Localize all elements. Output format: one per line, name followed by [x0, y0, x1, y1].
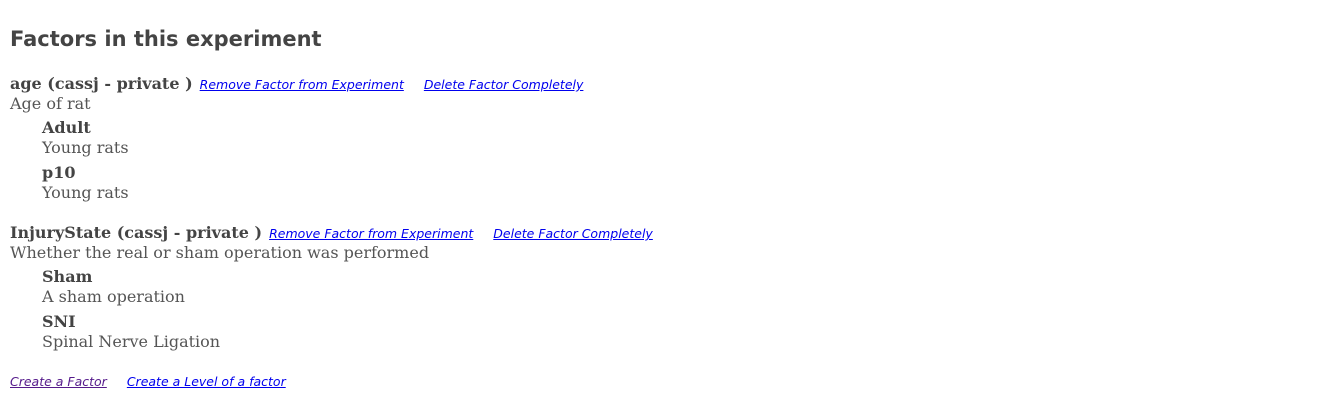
level-item: p10 Young rats [42, 163, 1330, 203]
level-name: SNI [42, 312, 76, 331]
level-description: Spinal Nerve Ligation [42, 332, 221, 351]
footer-links: Create a Factor Create a Level of a fact… [10, 373, 286, 391]
level-description: Young rats [42, 138, 129, 157]
level-name: Sham [42, 267, 93, 286]
page-title: Factors in this experiment [10, 27, 322, 51]
factor-injurystate: InjuryState (cassj - private ) Remove Fa… [10, 223, 1330, 352]
level-item: Adult Young rats [42, 118, 1330, 158]
factor-name: age (cassj - private ) [10, 74, 193, 93]
remove-factor-link[interactable]: Remove Factor from Experiment [269, 226, 473, 241]
delete-factor-link[interactable]: Delete Factor Completely [424, 77, 584, 92]
create-level-link[interactable]: Create a Level of a factor [127, 374, 286, 389]
factor-header: InjuryState (cassj - private ) Remove Fa… [10, 223, 1330, 243]
level-item: SNI Spinal Nerve Ligation [42, 312, 1330, 352]
level-name: Adult [42, 118, 91, 137]
level-description: A sham operation [42, 287, 185, 306]
delete-factor-link[interactable]: Delete Factor Completely [493, 226, 653, 241]
level-name: p10 [42, 163, 76, 182]
level-description: Young rats [42, 183, 129, 202]
factor-header: age (cassj - private ) Remove Factor fro… [10, 74, 1330, 94]
remove-factor-link[interactable]: Remove Factor from Experiment [200, 77, 404, 92]
factor-description: Age of rat [10, 94, 91, 113]
factor-description: Whether the real or sham operation was p… [10, 243, 430, 262]
level-item: Sham A sham operation [42, 267, 1330, 307]
create-factor-link[interactable]: Create a Factor [10, 374, 107, 389]
factor-age: age (cassj - private ) Remove Factor fro… [10, 74, 1330, 203]
factor-name: InjuryState (cassj - private ) [10, 223, 263, 242]
